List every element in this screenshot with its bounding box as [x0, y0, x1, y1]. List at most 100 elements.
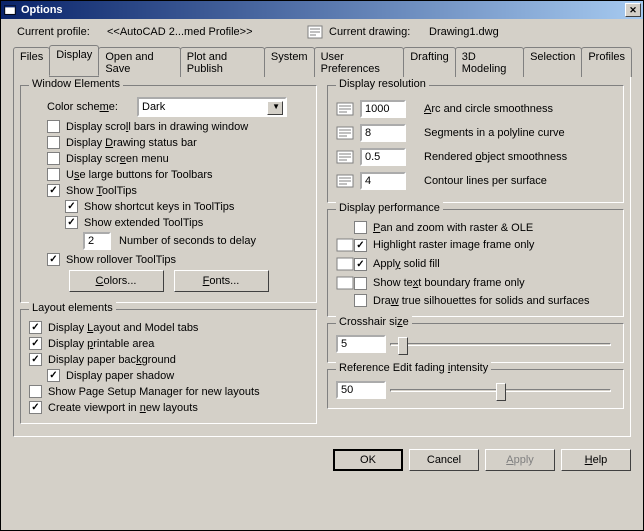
crosshair-slider[interactable] [390, 343, 611, 346]
statusbar-checkbox[interactable] [47, 136, 60, 149]
scrollbars-label: Display scroll bars in drawing window [66, 121, 248, 133]
help-button[interactable]: Help [561, 449, 631, 471]
largebuttons-label: Use large buttons for Toolbars [66, 169, 213, 181]
viewport-checkbox[interactable] [29, 401, 42, 414]
drawing-icon [336, 256, 354, 272]
layout-tabs-label: Display Layout and Model tabs [48, 322, 198, 334]
display-resolution-group: Display resolution Arc and circle smooth… [327, 85, 624, 203]
app-icon [3, 3, 17, 17]
tooltips-label: Show ToolTips [66, 185, 137, 197]
colors-button[interactable]: Colors... [69, 270, 164, 292]
rollover-checkbox[interactable] [47, 253, 60, 266]
tab-profiles[interactable]: Profiles [581, 47, 632, 77]
segments-input[interactable] [360, 124, 406, 142]
drawing-icon [336, 237, 354, 253]
viewport-label: Create viewport in new layouts [48, 402, 198, 414]
tab-open-and-save[interactable]: Open and Save [98, 47, 180, 77]
panzoom-label: Pan and zoom with raster & OLE [373, 222, 533, 234]
drawing-icon [307, 25, 323, 39]
screenmenu-label: Display screen menu [66, 153, 169, 165]
options-dialog: Options ✕ Current profile: <<AutoCAD 2..… [0, 0, 644, 531]
drawing-icon [336, 275, 354, 291]
textboundary-checkbox[interactable] [354, 277, 367, 290]
arc-smoothness-input[interactable] [360, 100, 406, 118]
group-title: Display performance [336, 202, 443, 214]
current-drawing-label: Current drawing: [329, 26, 429, 38]
highlight-checkbox[interactable] [354, 239, 367, 252]
slider-thumb[interactable] [398, 337, 408, 355]
refedit-fading-group: Reference Edit fading intensity [327, 369, 624, 409]
group-title: Window Elements [29, 78, 123, 90]
rendered-input[interactable] [360, 148, 406, 166]
current-drawing-value: Drawing1.dwg [429, 26, 499, 38]
shadow-label: Display paper shadow [66, 370, 174, 382]
color-scheme-select[interactable]: Dark [137, 97, 287, 117]
largebuttons-checkbox[interactable] [47, 168, 60, 181]
extended-label: Show extended ToolTips [84, 217, 203, 229]
silhouettes-label: Draw true silhouettes for solids and sur… [373, 295, 589, 307]
shortcut-label: Show shortcut keys in ToolTips [84, 201, 234, 213]
tab-system[interactable]: System [264, 47, 315, 77]
tooltips-checkbox[interactable] [47, 184, 60, 197]
tab-strip: Files Display Open and Save Plot and Pub… [13, 45, 631, 76]
shortcut-checkbox[interactable] [65, 200, 78, 213]
drawing-icon [336, 173, 354, 189]
paperbg-label: Display paper background [48, 354, 176, 366]
tab-plot-and-publish[interactable]: Plot and Publish [180, 47, 265, 77]
screenmenu-checkbox[interactable] [47, 152, 60, 165]
statusbar-label: Display Drawing status bar [66, 137, 197, 149]
close-button[interactable]: ✕ [625, 3, 641, 17]
printable-label: Display printable area [48, 338, 154, 350]
display-performance-group: Display performance Pan and zoom with ra… [327, 209, 624, 317]
current-profile-label: Current profile: [17, 26, 107, 38]
tab-files[interactable]: Files [13, 47, 50, 77]
crosshair-input[interactable] [336, 335, 386, 353]
panzoom-checkbox[interactable] [354, 221, 367, 234]
solidfill-checkbox[interactable] [354, 258, 367, 271]
tab-display[interactable]: Display [49, 45, 99, 76]
silhouettes-checkbox[interactable] [354, 294, 367, 307]
fonts-button[interactable]: Fonts... [174, 270, 269, 292]
segments-label: Segments in a polyline curve [424, 127, 565, 139]
paperbg-checkbox[interactable] [29, 353, 42, 366]
printable-checkbox[interactable] [29, 337, 42, 350]
pagesetup-label: Show Page Setup Manager for new layouts [48, 386, 260, 398]
highlight-label: Highlight raster image frame only [373, 239, 534, 251]
group-title: Display resolution [336, 78, 429, 90]
titlebar: Options ✕ [1, 1, 643, 19]
arc-smoothness-label: Arc and circle smoothness [424, 103, 553, 115]
group-title: Layout elements [29, 302, 116, 314]
scrollbars-checkbox[interactable] [47, 120, 60, 133]
pagesetup-checkbox[interactable] [29, 385, 42, 398]
textboundary-label: Show text boundary frame only [373, 277, 525, 289]
ok-button[interactable]: OK [333, 449, 403, 471]
button-bar: OK Cancel Apply Help [1, 443, 643, 477]
rendered-label: Rendered object smoothness [424, 151, 567, 163]
shadow-checkbox[interactable] [47, 369, 60, 382]
layout-tabs-checkbox[interactable] [29, 321, 42, 334]
tab-selection[interactable]: Selection [523, 47, 582, 77]
seconds-label: Number of seconds to delay [119, 235, 256, 247]
window-elements-group: Window Elements Color scheme: Dark Displ… [20, 85, 317, 303]
tab-user-preferences[interactable]: User Preferences [314, 47, 405, 77]
tab-3d-modeling[interactable]: 3D Modeling [455, 47, 524, 77]
refedit-slider[interactable] [390, 389, 611, 392]
solidfill-label: Apply solid fill [373, 258, 440, 270]
tab-drafting[interactable]: Drafting [403, 47, 456, 77]
group-title: Reference Edit fading intensity [336, 362, 491, 374]
current-profile-value: <<AutoCAD 2...med Profile>> [107, 26, 307, 38]
cancel-button[interactable]: Cancel [409, 449, 479, 471]
drawing-icon [336, 125, 354, 141]
seconds-input[interactable] [83, 232, 111, 250]
contour-label: Contour lines per surface [424, 175, 547, 187]
contour-input[interactable] [360, 172, 406, 190]
apply-button[interactable]: Apply [485, 449, 555, 471]
crosshair-size-group: Crosshair size [327, 323, 624, 363]
group-title: Crosshair size [336, 316, 412, 328]
layout-elements-group: Layout elements Display Layout and Model… [20, 309, 317, 424]
refedit-input[interactable] [336, 381, 386, 399]
extended-checkbox[interactable] [65, 216, 78, 229]
slider-thumb[interactable] [496, 383, 506, 401]
window-title: Options [21, 4, 625, 16]
color-scheme-label: Color scheme: [47, 101, 137, 113]
